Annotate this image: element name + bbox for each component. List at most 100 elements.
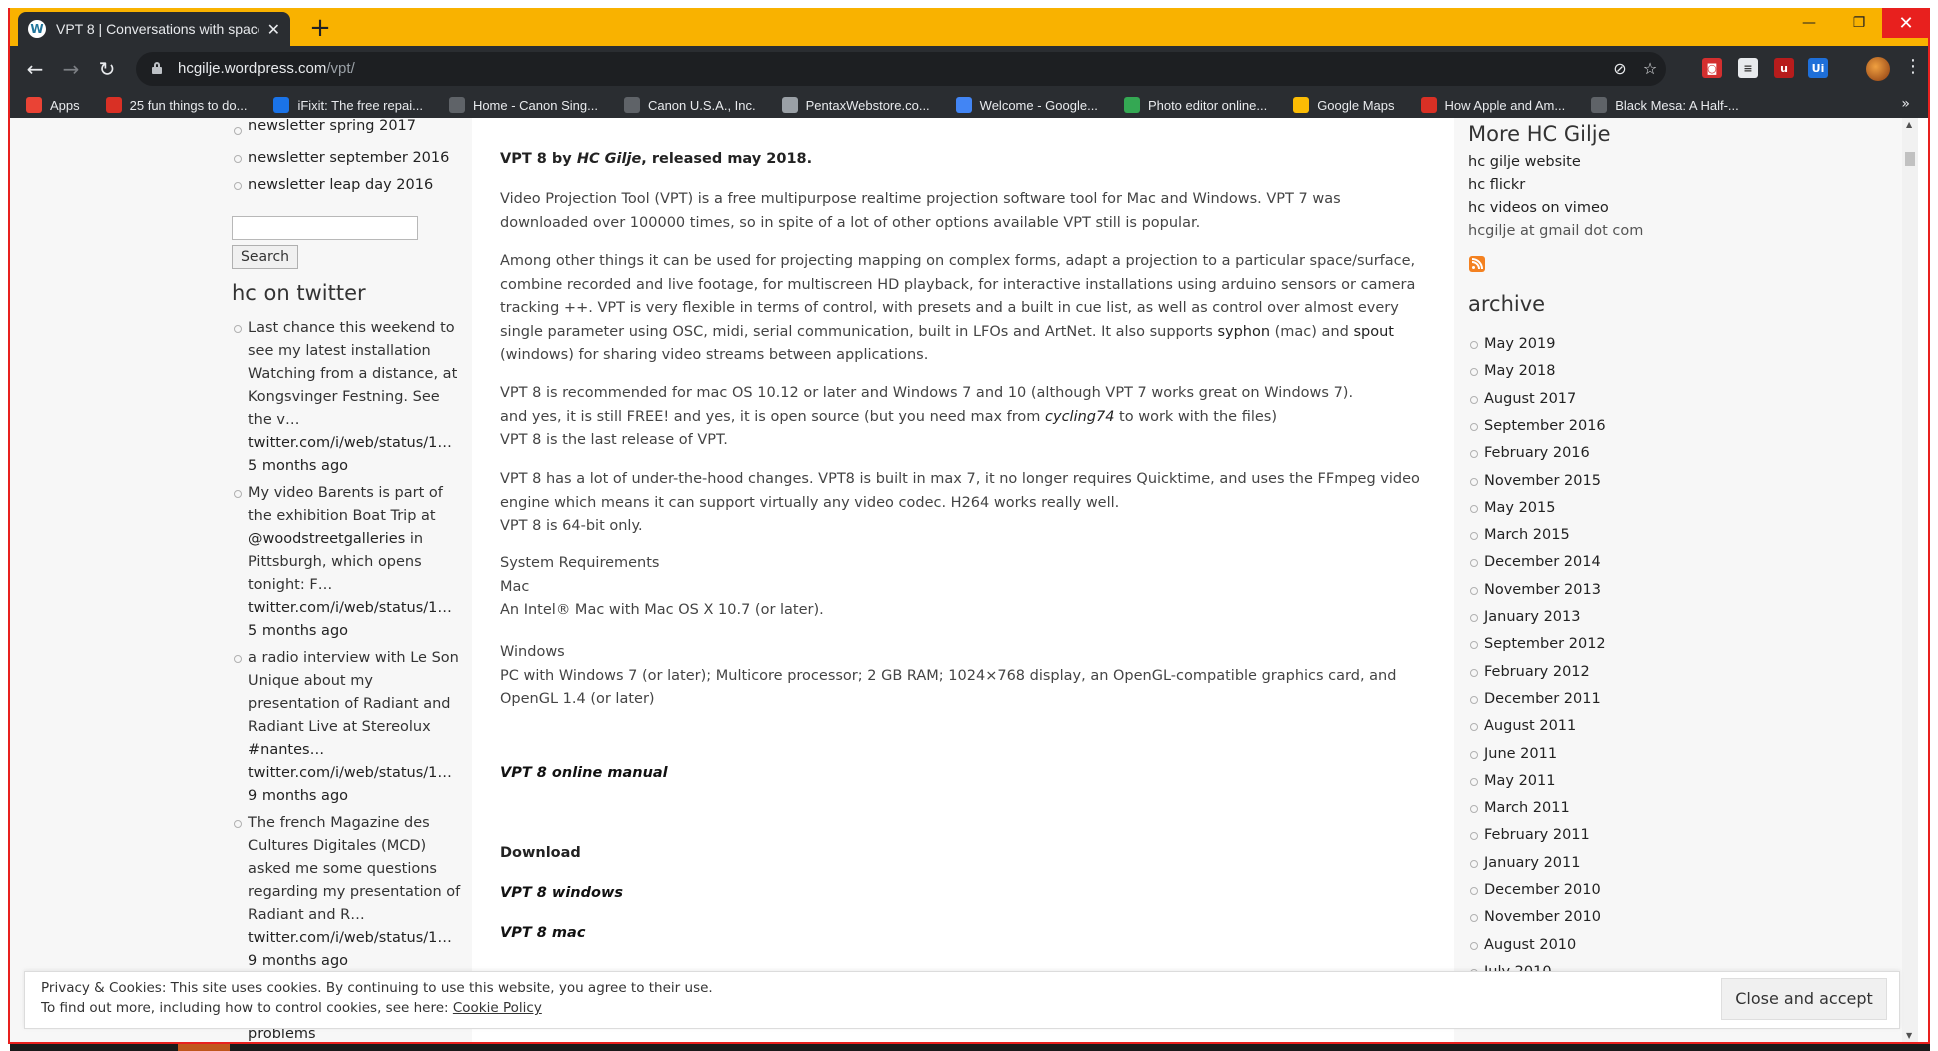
tweet-time[interactable]: 9 months ago [248,950,464,973]
bookmark-item[interactable]: Home - Canon Sing... [448,97,598,113]
tweet-mention-link[interactable]: @woodstreetgalleries [248,531,405,547]
archive-link[interactable]: December 2014 [1470,554,1601,570]
archive-link[interactable]: May 2019 [1470,336,1556,352]
menu-icon[interactable]: ⋮ [1904,56,1922,77]
tweet-hashtag-link[interactable]: #nantes… [248,742,324,758]
right-link[interactable]: hc flickr [1468,174,1525,197]
bookmark-star-icon[interactable]: ☆ [1640,59,1660,79]
archive-link[interactable]: August 2017 [1470,391,1576,407]
taskbar-item[interactable] [178,1042,230,1051]
archive-link[interactable]: September 2012 [1470,636,1606,652]
newsletter-label: newsletter spring 2017 [248,119,416,134]
right-link[interactable]: hc gilje website [1468,151,1581,174]
ublock-extension-icon[interactable]: u [1774,58,1794,78]
cookie-blocked-icon[interactable]: ⊘ [1610,59,1630,79]
archive-link[interactable]: December 2011 [1470,691,1601,707]
scroll-thumb[interactable] [1905,152,1915,166]
online-manual-link[interactable]: VPT 8 online manual [500,765,668,781]
bookmark-item[interactable]: PentaxWebstore.co... [781,97,930,113]
bookmark-item[interactable]: Google Maps [1293,97,1395,113]
uipath-extension-icon[interactable]: Ui [1808,58,1828,78]
archive-link[interactable]: November 2013 [1470,582,1601,598]
tweet-link[interactable]: twitter.com/i/web/status/1… [248,597,464,620]
archive-link[interactable]: May 2018 [1470,363,1556,379]
archive-link[interactable]: March 2015 [1470,527,1570,543]
archive-link[interactable]: December 2010 [1470,882,1601,898]
pentax-icon [781,97,798,113]
tweet-link[interactable]: twitter.com/i/web/status/1… [248,432,464,455]
download-mac-link[interactable]: VPT 8 mac [500,925,585,941]
minimize-button[interactable]: — [1786,8,1832,38]
pocket-extension-icon[interactable]: ◙ [1702,58,1722,78]
tweet-link[interactable]: twitter.com/i/web/status/1… [248,927,464,950]
right-sidebar [1454,118,1918,1042]
archive-link[interactable]: February 2012 [1470,664,1590,680]
tab-close-icon[interactable]: ✕ [267,20,280,39]
notes-extension-icon[interactable]: ≡ [1738,58,1758,78]
close-window-button[interactable]: ✕ [1882,8,1930,38]
address-bar[interactable]: hcgilje.wordpress.com/vpt/ ⊘ ☆ [136,52,1666,86]
right-link[interactable]: hc videos on vimeo [1468,197,1609,220]
bookmark-label: PentaxWebstore.co... [805,97,930,113]
cookie-banner: Privacy & Cookies: This site uses cookie… [24,971,1900,1029]
page-scrollbar[interactable]: ▲ ▼ [1902,118,1918,1042]
archive-link[interactable]: May 2015 [1470,500,1556,516]
tweet-time[interactable]: 5 months ago [248,620,464,643]
syphon-link[interactable]: syphon [1217,324,1270,340]
bookmark-item[interactable]: Canon U.S.A., Inc. [623,97,756,113]
reload-button[interactable]: ↻ [94,56,120,82]
newsletter-link[interactable]: newsletter september 2016 [234,147,454,170]
bookmark-item[interactable]: Photo editor online... [1123,97,1267,113]
newsletter-label: newsletter september 2016 [248,150,450,166]
bookmark-item[interactable]: How Apple and Am... [1420,97,1565,113]
author-link[interactable]: HC Gilje [577,151,641,167]
archive-link[interactable]: August 2010 [1470,937,1576,953]
scroll-up-icon[interactable]: ▲ [1906,120,1912,129]
lock-icon[interactable] [152,62,162,74]
profile-avatar[interactable] [1866,57,1890,81]
bookmark-red-icon [1420,97,1437,113]
bookmark-item[interactable]: Welcome - Google... [955,97,1098,113]
spout-link[interactable]: spout [1353,324,1394,340]
archive-link[interactable]: November 2015 [1470,473,1601,489]
maximize-button[interactable]: ❐ [1836,8,1882,38]
tweet-link[interactable]: twitter.com/i/web/status/1… [248,762,464,785]
archive-link[interactable]: January 2013 [1470,609,1580,625]
archive-link[interactable]: August 2011 [1470,718,1576,734]
paragraph-line: VPT 8 is the last release of VPT. [500,432,728,448]
bookmark-item[interactable]: Apps [26,97,80,113]
taskbar-strip [10,1042,1930,1051]
download-windows-link[interactable]: VPT 8 windows [500,885,623,901]
forward-button[interactable]: → [58,56,84,82]
cycling74-link[interactable]: cycling74 [1045,409,1114,425]
rss-icon[interactable] [1469,256,1485,272]
browser-tab[interactable]: W VPT 8 | Conversations with space ✕ [18,12,290,46]
archive-link[interactable]: November 2010 [1470,909,1601,925]
brush-icon [1123,97,1140,113]
search-button[interactable]: Search [232,245,298,269]
close-and-accept-button[interactable]: Close and accept [1721,978,1887,1020]
archive-link[interactable]: February 2011 [1470,827,1590,843]
cookie-policy-link[interactable]: Cookie Policy [453,1000,542,1016]
requirements-windows: PC with Windows 7 (or later); Multicore … [500,667,1397,708]
search-input[interactable] [232,216,418,240]
tweet-time[interactable]: 9 months ago [248,785,464,808]
archive-link[interactable]: June 2011 [1470,746,1557,762]
bookmarks-overflow-icon[interactable]: » [1901,96,1910,112]
bookmark-item[interactable]: 25 fun things to do... [105,97,247,113]
new-tab-button[interactable]: + [308,15,332,41]
bookmark-item[interactable]: Black Mesa: A Half-... [1591,97,1739,113]
intro-text: , released may 2018. [641,151,813,167]
newsletter-link[interactable]: newsletter spring 2017 [234,119,454,139]
archive-link[interactable]: September 2016 [1470,418,1606,434]
bookmark-item[interactable]: iFixit: The free repai... [273,97,423,113]
tweet-time[interactable]: 5 months ago [248,455,464,478]
archive-link[interactable]: January 2011 [1470,855,1580,871]
archive-link[interactable]: March 2011 [1470,800,1570,816]
url-text[interactable]: hcgilje.wordpress.com/vpt/ [178,60,355,77]
back-button[interactable]: ← [22,56,48,82]
archive-link[interactable]: May 2011 [1470,773,1556,789]
newsletter-link[interactable]: newsletter leap day 2016 [234,174,454,197]
scroll-down-icon[interactable]: ▼ [1906,1031,1912,1040]
archive-link[interactable]: February 2016 [1470,445,1590,461]
